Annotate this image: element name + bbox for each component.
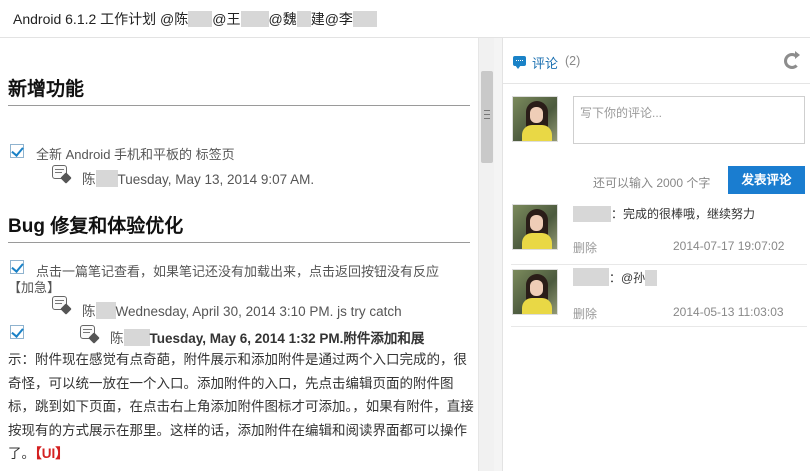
avatar [512, 96, 558, 142]
task-body-3: 示：附件现在感觉有点奇葩，附件展示和添加附件是通过两个入口完成的，很奇怪，可以统… [8, 352, 474, 461]
scrollbar-grip-icon [484, 110, 490, 119]
section-divider [8, 105, 470, 106]
redacted-name [95, 302, 116, 319]
comments-count: (2) [565, 54, 581, 68]
section-divider [8, 242, 470, 243]
title-mention-2: @王 [212, 11, 241, 27]
title-mention-4: @李 [324, 11, 353, 27]
comment-time: 2014-05-13 11:03:03 [673, 305, 784, 319]
comment-box [573, 96, 805, 144]
ui-tag: 【UI】 [35, 446, 69, 461]
redacted-name [188, 11, 213, 27]
redacted-name [645, 270, 658, 286]
note-pen-icon [52, 165, 72, 184]
task-meta-3: 陈 Tuesday, May 6, 2014 1:32 PM.附件添加和展 [110, 329, 425, 346]
redacted-name [296, 11, 311, 27]
remaining-chars: 还可以输入 2000 个字 [593, 176, 711, 190]
section-heading-bugfix: Bug 修复和体验优化 [8, 216, 184, 237]
redacted-name [573, 268, 609, 286]
redacted-name [123, 329, 150, 346]
task-meta-1: 陈 Tuesday, May 13, 2014 9:07 AM. [82, 170, 315, 187]
comment-icon [513, 56, 526, 69]
redacted-name [352, 11, 377, 27]
comments-label[interactable]: 评论 [532, 53, 558, 72]
pane-gap [494, 38, 502, 471]
title-mention-3-suffix: 建 [310, 11, 325, 27]
title-mention-3: @魏 [268, 11, 297, 27]
task-tag-urgent: 【加急】 [8, 280, 61, 295]
task-checkbox-2[interactable] [10, 260, 24, 274]
note-scrollbar[interactable] [478, 38, 494, 471]
comment-text: ：@孙 [573, 268, 658, 286]
task-text-1: 全新 Android 手机和平板的 标签页 [36, 147, 235, 162]
post-comment-button[interactable]: 发表评论 [728, 166, 805, 194]
redacted-name [573, 206, 611, 222]
note-pen-icon [52, 296, 72, 315]
title-prefix: Android 6.1.2 工作计划 @陈 [13, 11, 189, 27]
note-content[interactable]: 新增功能 全新 Android 手机和平板的 标签页 陈 Tuesday, May… [0, 38, 478, 471]
task-checkbox-3[interactable] [10, 325, 24, 339]
comments-panel: 评论 (2) 还可以输入 2000 个字 发表评论 ：完成的很棒哦，继续努力 删… [502, 38, 810, 471]
comment-divider [511, 264, 807, 265]
comment-time: 2014-07-17 19:07:02 [673, 239, 785, 253]
task-text-2: 点击一篇笔记查看，如果笔记还没有加载出来，点击返回按钮没有反应 [36, 264, 440, 279]
avatar [512, 269, 558, 315]
task-meta-2: 陈 Wednesday, April 30, 2014 3:10 PM. js t… [82, 302, 402, 319]
delete-comment-link[interactable]: 删除 [573, 239, 597, 256]
note-pen-icon [80, 325, 100, 344]
redacted-name [240, 11, 269, 27]
avatar [512, 204, 558, 250]
comment-input[interactable] [574, 97, 804, 143]
refresh-icon[interactable] [784, 51, 800, 69]
redacted-name [95, 170, 118, 187]
comments-header: 评论 (2) [503, 38, 810, 84]
comment-text: ：完成的很棒哦，继续努力 [573, 205, 755, 222]
comment-divider [511, 326, 807, 327]
section-heading-new-features: 新增功能 [8, 79, 85, 100]
note-title: Android 6.1.2 工作计划 @陈 @王 @魏 建@李 [13, 9, 377, 29]
title-bar: Android 6.1.2 工作计划 @陈 @王 @魏 建@李 [0, 0, 810, 38]
delete-comment-link[interactable]: 删除 [573, 305, 597, 322]
task-checkbox-1[interactable] [10, 144, 24, 158]
